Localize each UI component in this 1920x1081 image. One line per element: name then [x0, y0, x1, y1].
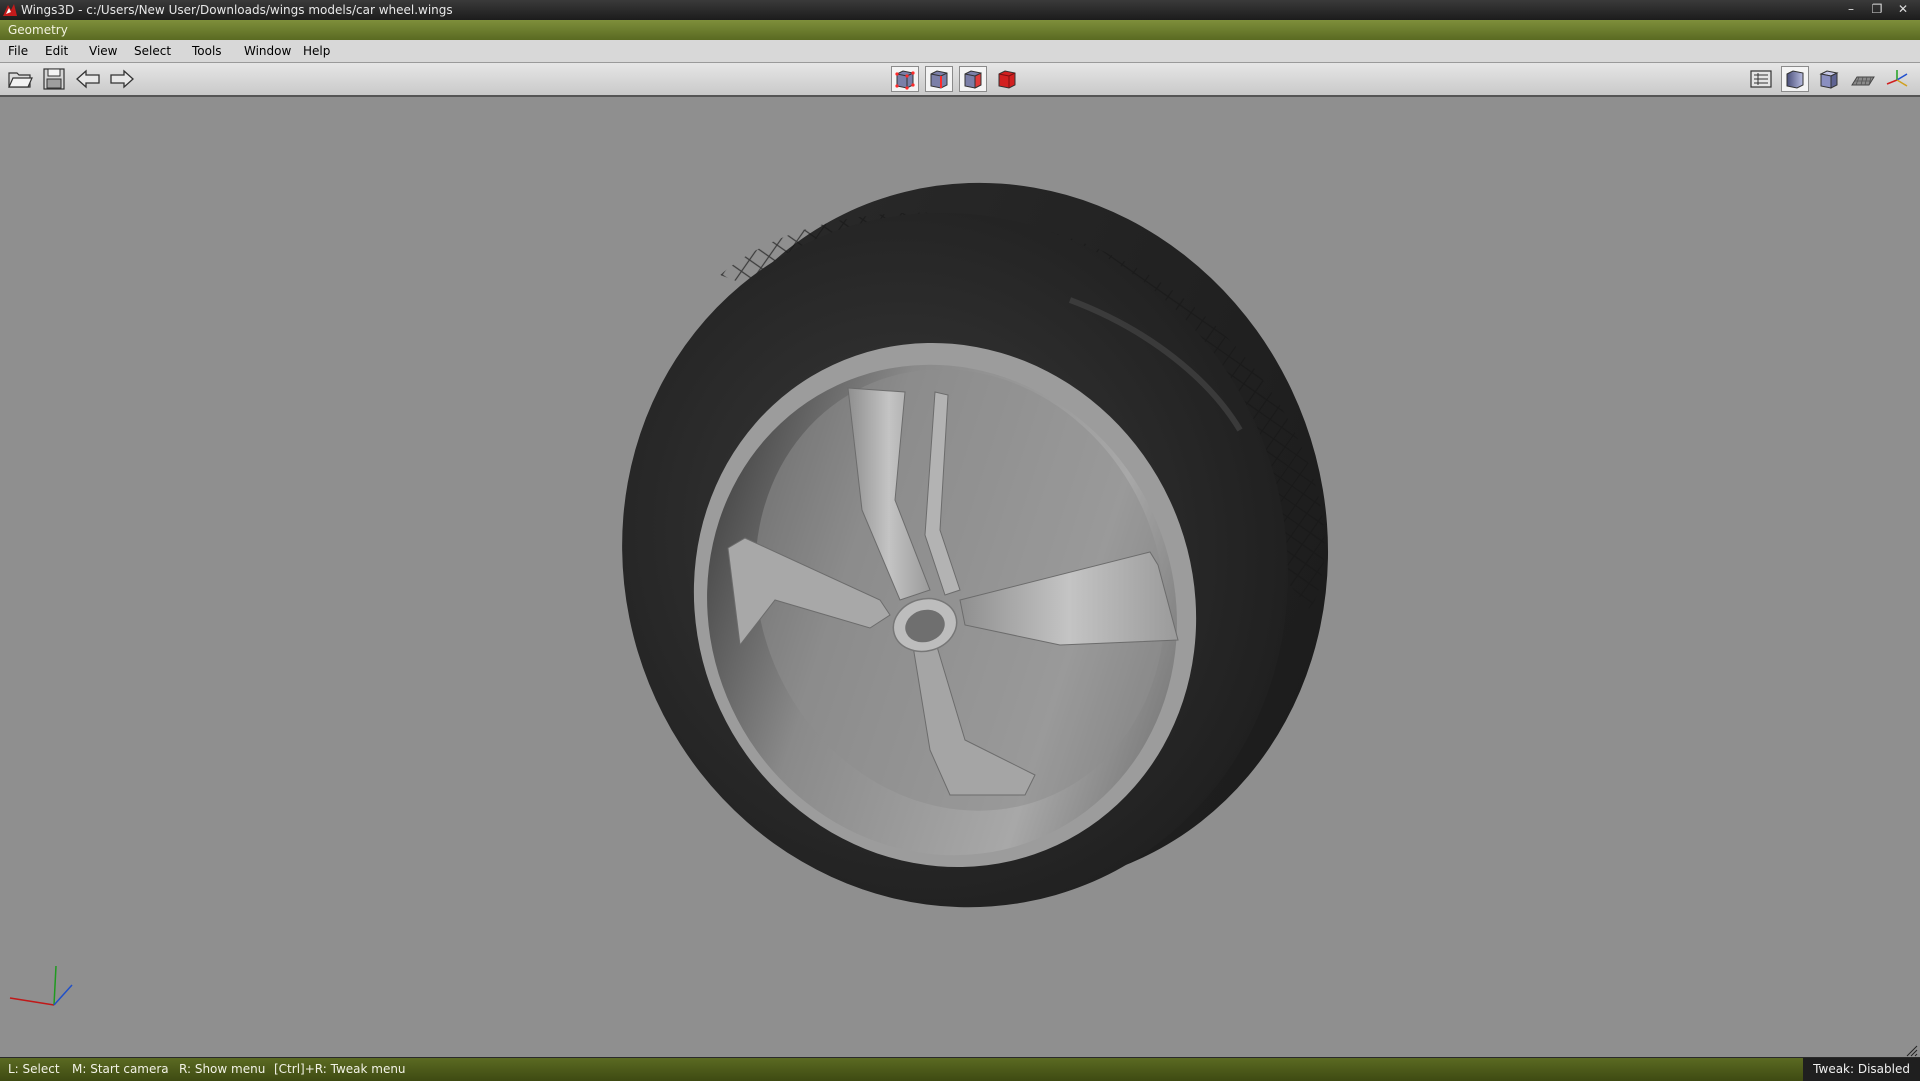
menu-window[interactable]: Window [244, 40, 291, 62]
axes-toggle-icon [1886, 70, 1908, 87]
menu-select[interactable]: Select [134, 40, 171, 62]
minimize-button[interactable]: – [1840, 1, 1862, 17]
status-bar: L: Select M: Start camera R: Show menu [… [0, 1057, 1920, 1081]
edge-mode-button[interactable] [925, 66, 953, 92]
save-icon [43, 68, 65, 90]
vertex-select-icon [895, 70, 915, 90]
wireframe-overlay-icon [1750, 70, 1772, 88]
tweak-status: Tweak: Disabled [1803, 1058, 1920, 1081]
menu-file[interactable]: File [8, 40, 28, 62]
ground-plane-button[interactable] [1849, 66, 1877, 92]
flat-shading-button[interactable] [1815, 66, 1843, 92]
window-title: Wings3D - c:/Users/New User/Downloads/wi… [21, 3, 453, 17]
menu-tools[interactable]: Tools [192, 40, 222, 62]
hint-camera: M: Start camera [72, 1062, 169, 1076]
hint-menu: R: Show menu [179, 1062, 266, 1076]
menu-help[interactable]: Help [303, 40, 330, 62]
open-folder-icon [8, 72, 33, 88]
geometry-window-header: Geometry [0, 20, 1920, 40]
vertex-mode-button[interactable] [891, 66, 919, 92]
body-mode-button[interactable] [993, 66, 1021, 92]
maximize-button[interactable]: ❐ [1866, 1, 1888, 17]
flat-shaded-icon [1819, 70, 1839, 89]
car-wheel-model [622, 182, 1329, 908]
axes-toggle-button[interactable] [1883, 66, 1911, 92]
redo-arrow-icon [110, 69, 134, 89]
save-button[interactable] [40, 66, 68, 92]
undo-arrow-icon [76, 69, 100, 89]
geometry-label: Geometry [8, 23, 68, 37]
undo-button[interactable] [74, 66, 102, 92]
hint-select: L: Select [8, 1062, 60, 1076]
geometry-viewport[interactable] [0, 97, 1920, 1057]
smooth-shading-button[interactable] [1781, 66, 1809, 92]
hint-tweak-menu: [Ctrl]+R: Tweak menu [274, 1062, 406, 1076]
face-mode-button[interactable] [959, 66, 987, 92]
resize-grip-icon[interactable] [1906, 1045, 1918, 1057]
smooth-shaded-icon [1786, 70, 1804, 89]
body-select-icon [998, 70, 1016, 89]
menu-bar: File Edit View Select Tools Window Help [0, 40, 1920, 63]
open-button[interactable] [6, 66, 34, 92]
window-title-bar: Wings3D - c:/Users/New User/Downloads/wi… [0, 0, 1920, 20]
edge-select-icon [930, 70, 948, 89]
wings3d-app-icon [3, 4, 17, 16]
face-select-icon [964, 70, 982, 89]
axes-gizmo [9, 965, 73, 1006]
ground-plane-icon [1851, 76, 1875, 86]
close-button[interactable]: ✕ [1892, 1, 1914, 17]
wireframe-toggle-button[interactable] [1747, 66, 1775, 92]
redo-button[interactable] [108, 66, 136, 92]
menu-view[interactable]: View [89, 40, 117, 62]
menu-edit[interactable]: Edit [45, 40, 68, 62]
toolbar [0, 63, 1920, 97]
